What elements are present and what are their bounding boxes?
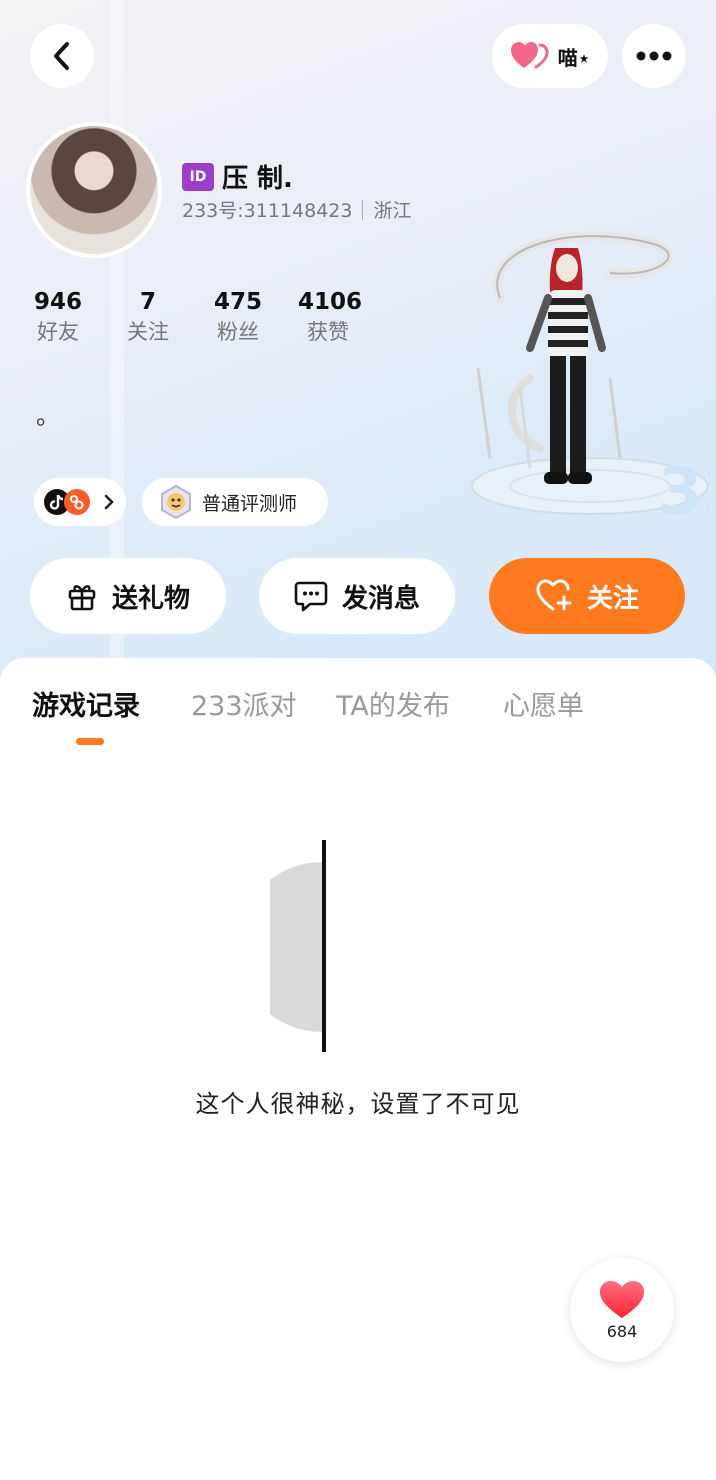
badge-label: 普通评测师 bbox=[202, 492, 298, 515]
more-button[interactable] bbox=[622, 24, 686, 88]
tab-ta-posts[interactable]: TA的发布 bbox=[336, 684, 450, 723]
follow-label: 关注 bbox=[586, 583, 639, 614]
id-badge: ID bbox=[182, 162, 214, 191]
back-button[interactable] bbox=[30, 24, 94, 88]
avatar-character-illustration: 33 bbox=[471, 231, 710, 528]
chat-bubble-icon bbox=[294, 581, 328, 612]
stat-label: 粉丝 bbox=[217, 320, 259, 344]
tab-wishlist[interactable]: 心愿单 bbox=[503, 684, 584, 723]
stat-value: 4106 bbox=[298, 289, 363, 315]
send-message-label: 发消息 bbox=[341, 583, 420, 614]
meow-button[interactable]: 喵⋆ bbox=[492, 24, 608, 88]
stat-following[interactable]: 7 关注 bbox=[124, 288, 172, 348]
empty-state-message: 这个人很神秘，设置了不可见 bbox=[195, 1090, 521, 1118]
more-dots-icon bbox=[636, 51, 672, 61]
send-message-button[interactable]: 发消息 bbox=[259, 558, 455, 634]
tab-game-records[interactable]: 游戏记录 bbox=[32, 684, 140, 723]
region: 浙江 bbox=[373, 200, 412, 222]
stat-fans[interactable]: 475 粉丝 bbox=[214, 288, 262, 348]
username: 压 制. bbox=[222, 164, 293, 194]
chevron-left-icon bbox=[54, 42, 69, 70]
reviewer-medal-icon bbox=[161, 484, 191, 520]
chevron-right-icon bbox=[104, 494, 114, 510]
stat-likes[interactable]: 4106 获赞 bbox=[298, 288, 363, 348]
like-button[interactable]: 684 bbox=[570, 1258, 674, 1362]
stat-label: 获赞 bbox=[307, 320, 349, 344]
account-number: 233号:311148423 bbox=[182, 200, 353, 222]
active-tab-indicator bbox=[76, 738, 104, 745]
stat-label: 好友 bbox=[37, 320, 79, 344]
heart-plus-icon bbox=[536, 579, 572, 611]
svg-text:33: 33 bbox=[658, 455, 710, 528]
meta-divider bbox=[362, 199, 364, 220]
reviewer-badge[interactable]: 普通评测师 bbox=[142, 478, 328, 526]
kuaishou-icon bbox=[64, 489, 90, 515]
stat-label: 关注 bbox=[127, 320, 169, 344]
social-links-pill[interactable] bbox=[34, 478, 126, 526]
heart-icon bbox=[600, 1280, 644, 1318]
send-gift-label: 送礼物 bbox=[111, 583, 190, 614]
meow-label: 喵⋆ bbox=[557, 45, 591, 70]
avatar[interactable] bbox=[26, 122, 162, 258]
like-count: 684 bbox=[606, 1321, 638, 1341]
tab-party[interactable]: 233派对 bbox=[191, 684, 297, 723]
stat-value: 946 bbox=[34, 289, 83, 315]
bio: 。 bbox=[36, 402, 60, 430]
account-meta: 233号:311148423 浙江 bbox=[182, 196, 411, 223]
stat-value: 475 bbox=[214, 289, 263, 315]
hidden-content-illustration bbox=[270, 840, 326, 1052]
gift-icon bbox=[68, 585, 96, 611]
stat-value: 7 bbox=[139, 289, 156, 315]
send-gift-button[interactable]: 送礼物 bbox=[30, 558, 226, 634]
stat-friends[interactable]: 946 好友 bbox=[34, 288, 82, 348]
name-row: ID 压 制. bbox=[182, 158, 293, 195]
double-heart-icon bbox=[510, 42, 549, 69]
follow-button[interactable]: 关注 bbox=[489, 558, 685, 634]
